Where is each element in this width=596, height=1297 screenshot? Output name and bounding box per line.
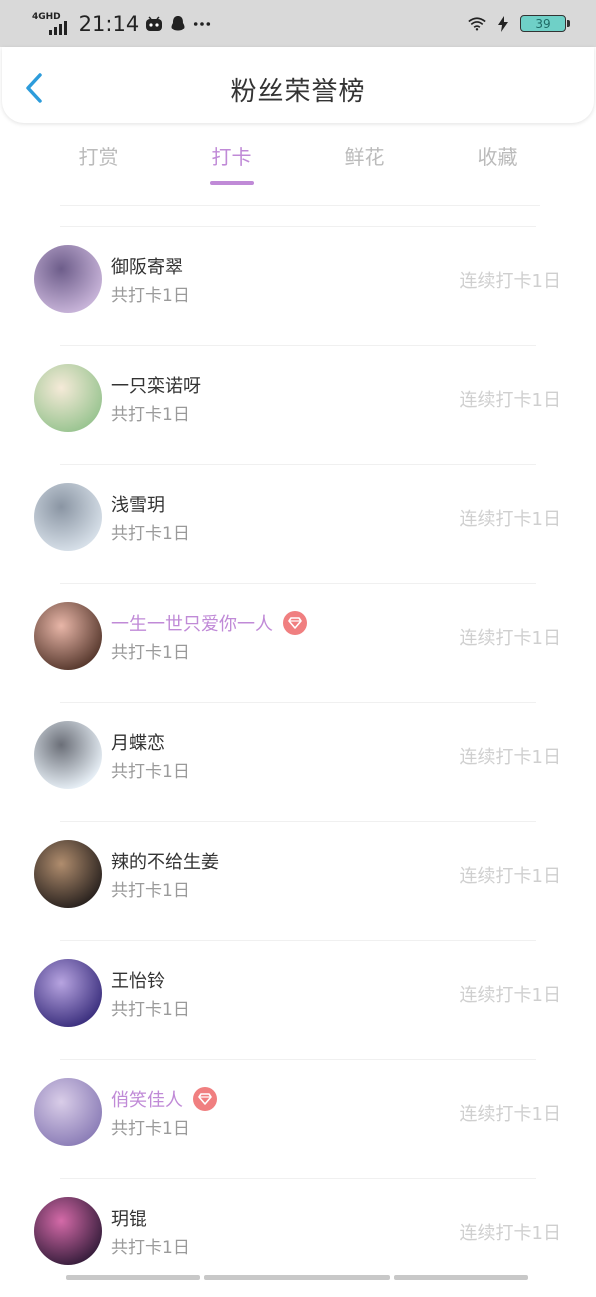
- fan-streak: 连续打卡1日: [459, 866, 561, 887]
- status-bar: 4GHD 21:14 39: [0, 0, 596, 47]
- tab-bar: 打赏 打卡 鲜花 收藏: [32, 140, 564, 190]
- avatar[interactable]: [34, 721, 102, 789]
- fan-name-text: 一生一世只爱你一人: [111, 614, 273, 635]
- fan-total-checkins: 共打卡1日: [111, 1000, 190, 1020]
- fan-total-checkins: 共打卡1日: [111, 524, 190, 544]
- row-divider: [60, 1059, 536, 1060]
- list-item[interactable]: 一生一世只爱你一人 共打卡1日 连续打卡1日: [0, 583, 596, 702]
- fan-total-checkins: 共打卡1日: [111, 881, 190, 901]
- fan-streak: 连续打卡1日: [459, 747, 561, 768]
- bottom-nav-hint: [66, 1275, 528, 1280]
- row-divider: [60, 583, 536, 584]
- signal-icon: [48, 20, 67, 35]
- row-divider: [60, 702, 536, 703]
- fan-streak: 连续打卡1日: [459, 271, 561, 292]
- battery-icon: 39: [520, 15, 570, 32]
- fan-name: 一只栾诺呀: [111, 372, 201, 398]
- fan-name: 俏笑佳人: [111, 1086, 217, 1112]
- fan-streak: 连续打卡1日: [459, 985, 561, 1006]
- network-type: 4GHD: [32, 12, 61, 22]
- fan-name-text: 浅雪玥: [111, 495, 165, 516]
- avatar[interactable]: [34, 840, 102, 908]
- wifi-icon: [468, 15, 486, 33]
- fan-total-checkins: 共打卡1日: [111, 405, 190, 425]
- fan-name: 御阪寄翠: [111, 253, 183, 279]
- avatar[interactable]: [34, 245, 102, 313]
- fan-streak: 连续打卡1日: [459, 1223, 561, 1244]
- avatar[interactable]: [34, 1197, 102, 1265]
- avatar[interactable]: [34, 602, 102, 670]
- charging-icon: [494, 15, 512, 33]
- fan-name-text: 俏笑佳人: [111, 1090, 183, 1111]
- fan-name: 玥锟: [111, 1205, 147, 1231]
- fan-total-checkins: 共打卡1日: [111, 762, 190, 782]
- list-item[interactable]: 一只栾诺呀 共打卡1日 连续打卡1日: [0, 345, 596, 464]
- fan-streak: 连续打卡1日: [459, 390, 561, 411]
- fan-name: 辣的不给生姜: [111, 848, 219, 874]
- diamond-icon: [193, 1087, 217, 1111]
- list-item[interactable]: 王怡铃 共打卡1日 连续打卡1日: [0, 940, 596, 1059]
- row-divider: [60, 345, 536, 346]
- fan-streak: 连续打卡1日: [459, 1104, 561, 1125]
- fan-list: 御阪寄翠 共打卡1日 连续打卡1日 一只栾诺呀 共打卡1日 连续打卡1日 浅雪玥…: [0, 226, 596, 1297]
- list-item[interactable]: 辣的不给生姜 共打卡1日 连续打卡1日: [0, 821, 596, 940]
- row-divider: [60, 940, 536, 941]
- fan-name-text: 辣的不给生姜: [111, 852, 219, 873]
- tab-flowers[interactable]: 鲜花: [298, 140, 431, 190]
- list-item[interactable]: 俏笑佳人 共打卡1日 连续打卡1日: [0, 1059, 596, 1178]
- avatar[interactable]: [34, 364, 102, 432]
- bilibili-icon: [145, 15, 163, 33]
- tab-reward[interactable]: 打赏: [32, 140, 165, 190]
- list-item[interactable]: 御阪寄翠 共打卡1日 连续打卡1日: [0, 226, 596, 345]
- row-divider: [60, 1178, 536, 1179]
- qq-icon: [169, 15, 187, 33]
- app-header: 粉丝荣誉榜: [2, 47, 594, 123]
- page-title: 粉丝荣誉榜: [230, 77, 366, 107]
- tab-checkin[interactable]: 打卡: [165, 140, 298, 190]
- status-time: 21:14: [78, 11, 140, 36]
- fan-name-text: 一只栾诺呀: [111, 376, 201, 397]
- fan-name-text: 玥锟: [111, 1209, 147, 1230]
- fan-name-text: 御阪寄翠: [111, 257, 183, 278]
- avatar[interactable]: [34, 1078, 102, 1146]
- tab-favorites[interactable]: 收藏: [431, 140, 564, 190]
- fan-name: 王怡铃: [111, 967, 165, 993]
- fan-total-checkins: 共打卡1日: [111, 1238, 190, 1258]
- fan-name-text: 王怡铃: [111, 971, 165, 992]
- row-divider: [60, 226, 536, 227]
- fan-total-checkins: 共打卡1日: [111, 1119, 190, 1139]
- list-item[interactable]: 月蝶恋 共打卡1日 连续打卡1日: [0, 702, 596, 821]
- fan-name: 一生一世只爱你一人: [111, 610, 307, 636]
- avatar[interactable]: [34, 959, 102, 1027]
- more-icon: [193, 15, 211, 33]
- list-item[interactable]: 浅雪玥 共打卡1日 连续打卡1日: [0, 464, 596, 583]
- fan-name: 月蝶恋: [111, 729, 165, 755]
- fan-name-text: 月蝶恋: [111, 733, 165, 754]
- fan-streak: 连续打卡1日: [459, 628, 561, 649]
- diamond-icon: [283, 611, 307, 635]
- fan-total-checkins: 共打卡1日: [111, 286, 190, 306]
- row-divider: [60, 821, 536, 822]
- tabs-divider: [60, 205, 540, 206]
- fan-total-checkins: 共打卡1日: [111, 643, 190, 663]
- fan-name: 浅雪玥: [111, 491, 165, 517]
- fan-streak: 连续打卡1日: [459, 509, 561, 530]
- row-divider: [60, 464, 536, 465]
- avatar[interactable]: [34, 483, 102, 551]
